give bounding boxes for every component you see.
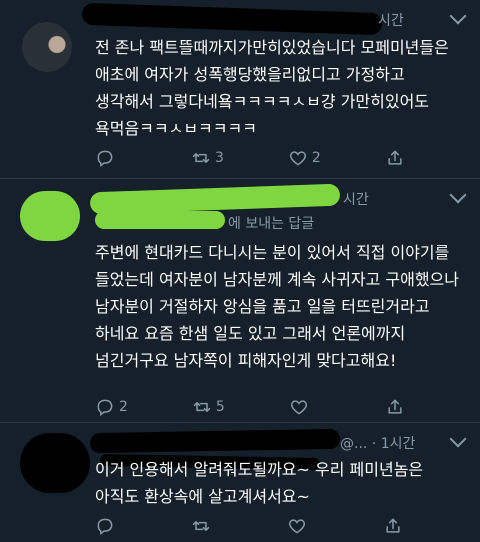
redaction-scribble [81,2,383,36]
share-button[interactable] [385,148,417,168]
tweet-3[interactable]: @... · 1시간 이거 인용해서 알려줘도될까요~ 우리 페미년놈은 아직도… [0,423,480,542]
redaction-scribble [89,183,341,215]
like-button[interactable] [289,397,321,417]
tweet-text: 주변에 현대카드 다니시는 분이 있어서 직접 이야기를 들었는데 여자분이 남… [95,243,459,370]
retweet-icon [192,153,210,163]
share-icon [388,150,402,165]
redaction-scribble [20,191,80,241]
timestamp[interactable]: 시간 [343,189,369,209]
tweet-actions: 3 2 [95,148,480,168]
share-button[interactable] [385,397,417,417]
caret-down-icon[interactable] [449,7,467,25]
reply-button[interactable] [95,516,127,536]
reply-button[interactable] [95,148,127,168]
timestamp[interactable]: 시간 [378,10,404,30]
caret-down-icon[interactable] [449,186,467,204]
reply-to-label[interactable]: 에 보내는 답글 [228,213,314,233]
tweet-text: 전 존나 팩트뜰때까지가만히있었습니다 모페미년들은 애초에 여자가 성폭행당했… [95,38,449,138]
timestamp[interactable]: @... · 1시간 [340,433,415,453]
tweet-actions: 2 5 [95,397,480,417]
caret-down-icon[interactable] [449,430,467,448]
tweet-2[interactable]: 시간 에 보내는 답글 주변에 현대카드 다니시는 분이 있어서 직접 이야기를… [0,179,480,423]
retweet-button[interactable]: 5 [192,397,225,417]
like-icon [289,151,306,166]
reply-icon [97,399,113,416]
reply-icon [97,150,113,167]
like-icon [288,519,306,534]
like-icon [290,400,307,415]
redaction-scribble [89,428,341,454]
retweet-button[interactable] [191,516,223,536]
tweet-actions [95,516,479,536]
reply-icon [97,518,113,535]
share-icon [386,518,400,533]
reply-button[interactable]: 2 [95,397,128,417]
tweet-1[interactable]: 시간 전 존나 팩트뜰때까지가만히있었습니다 모페미년들은 애초에 여자가 성폭… [0,0,480,179]
avatar[interactable] [22,22,72,72]
share-icon [388,399,402,414]
redaction-scribble [20,433,90,493]
tweet-text: 이거 인용해서 알려줘도될까요~ 우리 페미년놈은 아직도 환상속에 살고계셔서… [95,460,424,506]
redaction-scribble [95,211,225,229]
retweet-icon [192,521,210,531]
like-button[interactable]: 2 [288,148,321,168]
share-button[interactable] [383,516,415,536]
retweet-icon [193,402,211,412]
retweet-button[interactable]: 3 [191,148,224,168]
like-button[interactable] [287,516,319,536]
